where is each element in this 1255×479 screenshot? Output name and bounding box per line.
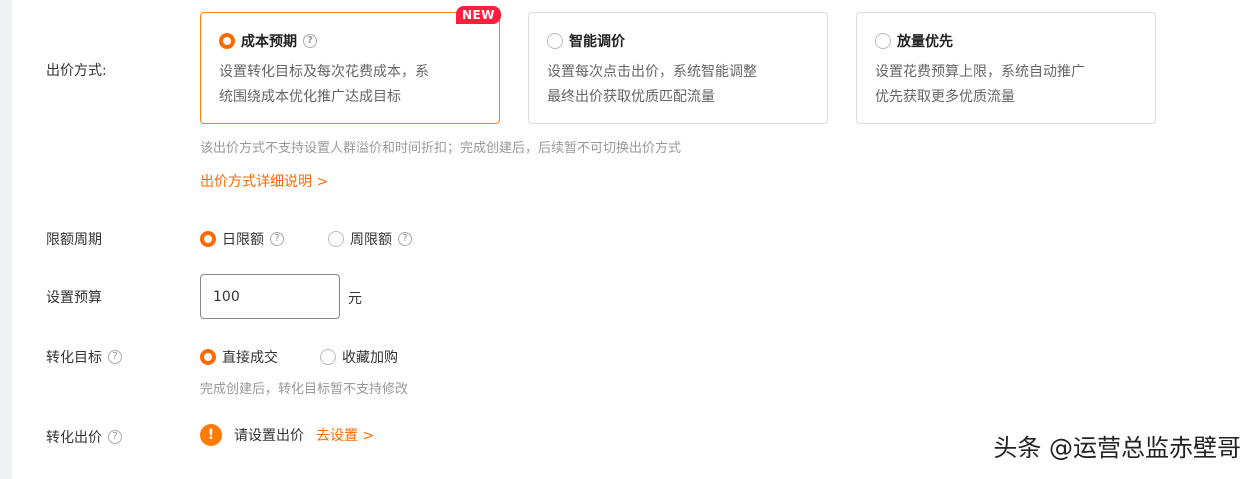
conversion-bid-label: 转化出价 ? (46, 427, 122, 447)
help-icon[interactable]: ? (398, 232, 412, 246)
new-badge: NEW (456, 6, 501, 24)
conversion-goal-label: 转化目标 ? (46, 347, 122, 367)
conversion-bid-label-text: 转化出价 (46, 430, 102, 446)
bid-option-title: 智能调价 (569, 34, 625, 50)
bid-option-smart-adjust[interactable]: 智能调价 设置每次点击出价，系统智能调整 最终出价获取优质匹配流量 (528, 12, 828, 124)
bid-method-label: 出价方式: (46, 60, 107, 80)
left-strip (0, 0, 12, 479)
radio-selected-icon[interactable] (200, 231, 216, 247)
budget-unit-text: 元 (348, 291, 362, 307)
bid-option-title: 放量优先 (897, 34, 953, 50)
goal-option-label: 直接成交 (222, 350, 278, 366)
conversion-goal-label-text: 转化目标 (46, 350, 102, 366)
budget-unit: 元 (348, 288, 362, 308)
bid-option-desc-line1: 设置转化目标及每次花费成本，系 (219, 64, 429, 80)
budget-label-text: 设置预算 (46, 290, 102, 306)
bid-option-desc-line1: 设置每次点击出价，系统智能调整 (547, 64, 757, 80)
help-icon[interactable]: ? (303, 34, 317, 48)
limit-option-label: 日限额 (222, 232, 264, 248)
radio-unselected-icon[interactable] (320, 349, 336, 365)
bid-option-desc-line2: 最终出价获取优质匹配流量 (547, 89, 715, 105)
conversion-bid-set-link[interactable]: 去设置 > (316, 425, 374, 445)
limit-option-daily[interactable]: 日限额 ? (200, 229, 284, 249)
bid-option-desc-line2: 优先获取更多优质流量 (875, 89, 1015, 105)
limit-period-label: 限额周期 (46, 229, 102, 249)
goal-option-direct-deal[interactable]: 直接成交 (200, 347, 278, 367)
bid-option-cost-expect[interactable]: NEW 成本预期 ? 设置转化目标及每次花费成本，系 统围绕成本优化推广达成目标 (200, 6, 501, 124)
goal-option-label: 收藏加购 (342, 350, 398, 366)
limit-option-weekly[interactable]: 周限额 ? (328, 229, 412, 249)
radio-unselected-icon[interactable] (547, 33, 563, 49)
bid-option-desc-line1: 设置花费预算上限，系统自动推广 (875, 64, 1085, 80)
conversion-bid-warning-text: 请设置出价 (234, 428, 304, 444)
radio-unselected-icon[interactable] (328, 231, 344, 247)
bid-method-note: 该出价方式不支持设置人群溢价和时间折扣；完成创建后，后续暂不可切换出价方式 (200, 141, 682, 156)
warning-icon: ! (200, 424, 222, 446)
help-icon[interactable]: ? (108, 430, 122, 444)
bid-option-volume-first[interactable]: 放量优先 设置花费预算上限，系统自动推广 优先获取更多优质流量 (856, 12, 1156, 124)
budget-label: 设置预算 (46, 287, 102, 307)
conversion-bid-warning: ! 请设置出价 去设置 > (200, 424, 374, 446)
radio-selected-icon[interactable] (219, 33, 235, 49)
help-icon[interactable]: ? (270, 232, 284, 246)
goal-option-favorite-cart[interactable]: 收藏加购 (320, 347, 398, 367)
bid-option-desc-line2: 统围绕成本优化推广达成目标 (219, 89, 401, 105)
bid-option-title: 成本预期 (241, 34, 297, 50)
bid-method-detail-link[interactable]: 出价方式详细说明 > (200, 171, 328, 191)
limit-period-label-text: 限额周期 (46, 232, 102, 248)
limit-option-label: 周限额 (350, 232, 392, 248)
radio-selected-icon[interactable] (200, 349, 216, 365)
conversion-goal-note: 完成创建后，转化目标暂不支持修改 (200, 382, 409, 397)
radio-unselected-icon[interactable] (875, 33, 891, 49)
bid-method-label-text: 出价方式: (46, 63, 107, 79)
help-icon[interactable]: ? (108, 350, 122, 364)
watermark: 头条 @运营总监赤壁哥 (993, 434, 1241, 462)
budget-input[interactable] (200, 274, 340, 319)
